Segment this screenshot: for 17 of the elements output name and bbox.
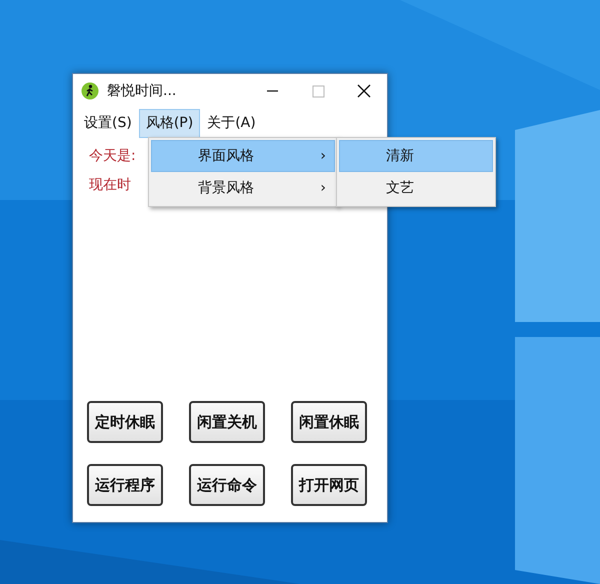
menu-item[interactable]: 清新 xyxy=(339,140,493,172)
window-title: 磐悦时间... xyxy=(107,82,176,100)
menu-item[interactable]: 关于(A) xyxy=(200,108,263,138)
info-label: 今天是: xyxy=(89,147,136,166)
action-button[interactable]: 打开网页 xyxy=(291,464,367,506)
menu-item[interactable]: 背景风格 › xyxy=(151,172,335,204)
action-button[interactable]: 闲置休眠 xyxy=(291,401,367,443)
action-button[interactable]: 运行程序 xyxy=(87,464,163,506)
menu-item[interactable]: 文艺 xyxy=(339,172,493,204)
action-button[interactable]: 闲置关机 xyxy=(189,401,265,443)
menu-item[interactable]: 设置(S) xyxy=(77,108,139,138)
action-button[interactable]: 定时休眠 xyxy=(87,401,163,443)
info-label: 现在时 xyxy=(89,176,131,195)
menu-item[interactable]: 风格(P) xyxy=(138,108,200,138)
action-button[interactable]: 运行命令 xyxy=(189,464,265,506)
menu-item[interactable]: 界面风格 › xyxy=(151,140,335,172)
walking-figure-icon xyxy=(81,82,99,100)
